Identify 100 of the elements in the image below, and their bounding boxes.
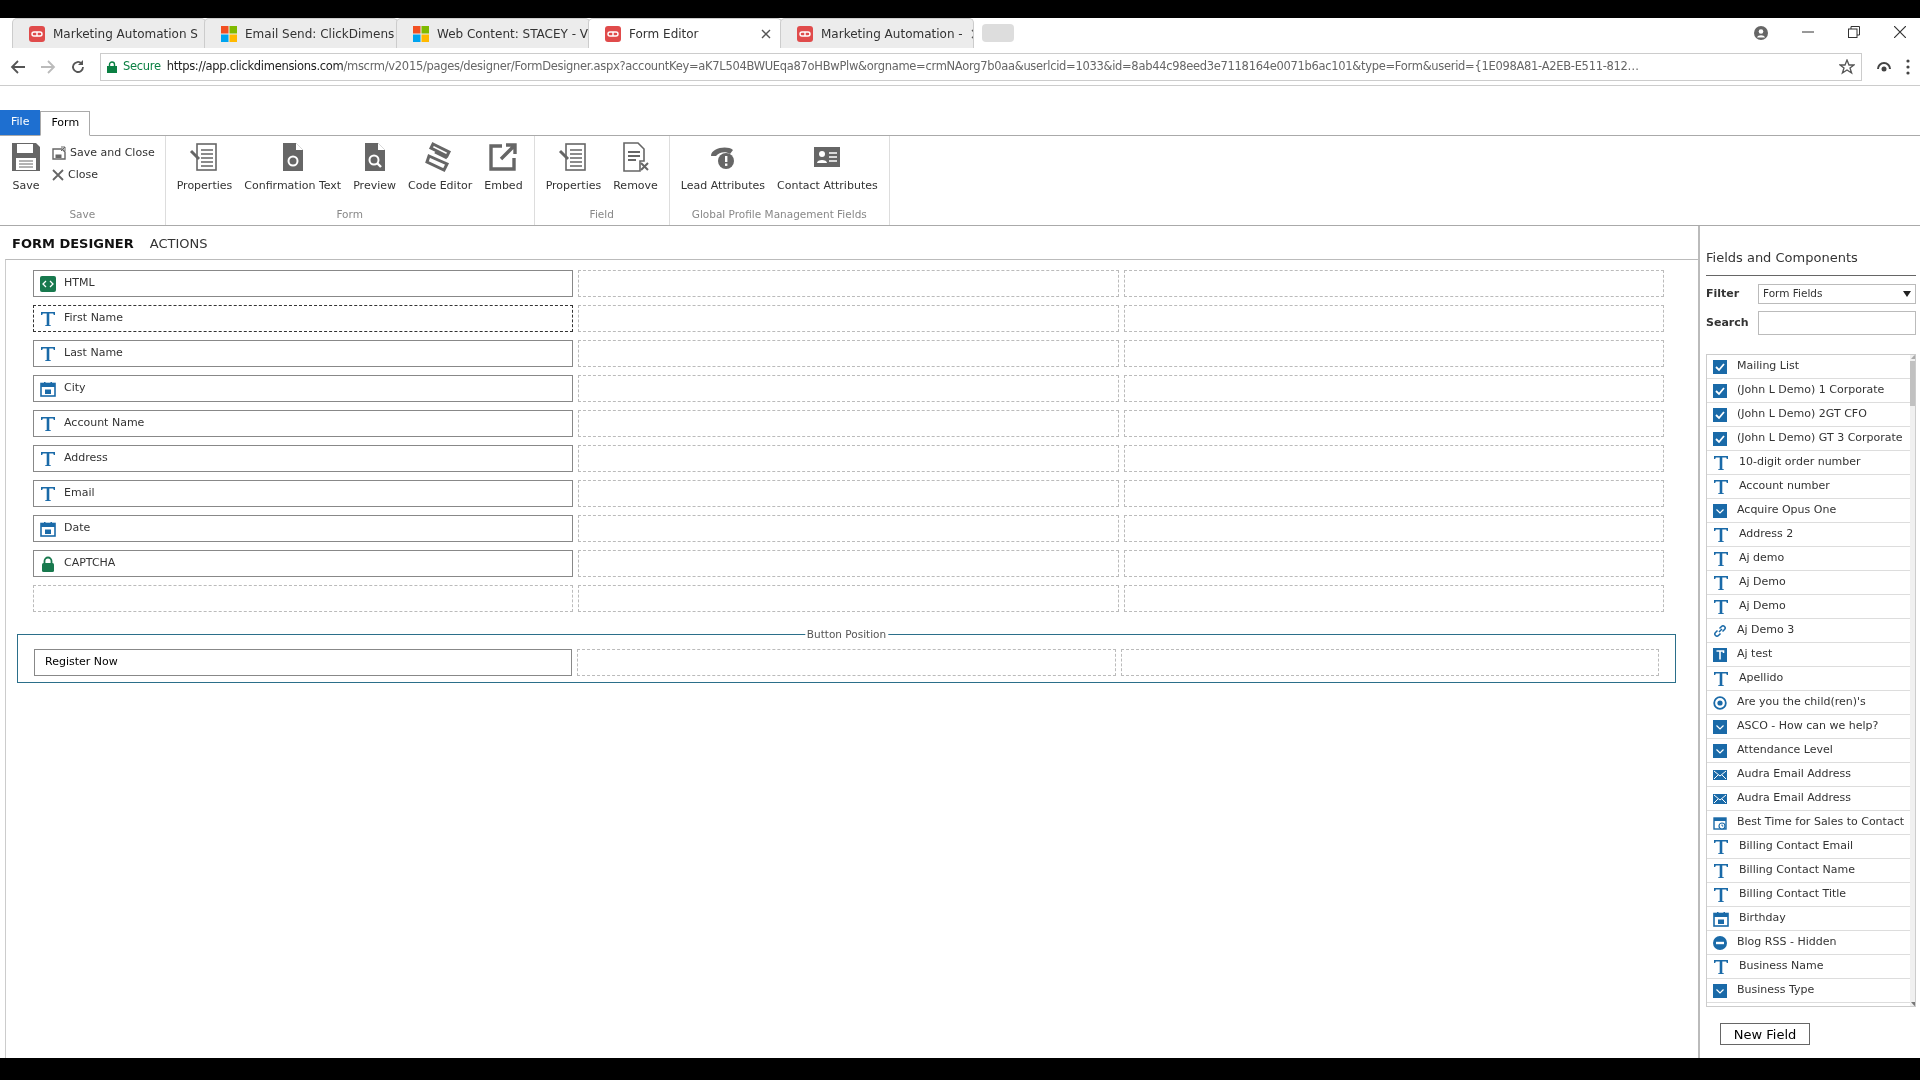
- tab-title: Email Send: ClickDimens: [245, 25, 395, 43]
- ribbon-button[interactable]: Properties: [173, 139, 236, 196]
- text-icon: [1713, 526, 1729, 543]
- chevron-icon: [1713, 719, 1727, 734]
- text-icon: [1713, 838, 1729, 855]
- new-field-button[interactable]: New Field: [1720, 1023, 1810, 1045]
- ribbon-button[interactable]: Code Editor: [405, 139, 476, 196]
- tab-title: Form Editor: [629, 25, 700, 43]
- browser-tab[interactable]: Web Content: STACEY - V: [396, 18, 590, 48]
- form-field[interactable]: HTML: [33, 270, 574, 297]
- form-field[interactable]: CAPTCHA: [33, 550, 574, 577]
- ribbon-button[interactable]: Confirmation Text: [241, 139, 345, 196]
- field-label: First Name: [64, 310, 124, 327]
- tab-title: Marketing Automation -: [821, 25, 963, 43]
- text-icon: [1713, 958, 1729, 975]
- radio-icon: [1713, 695, 1727, 710]
- account-icon[interactable]: [1754, 26, 1768, 40]
- url-text: https://app.clickdimensions.com/mscrm/v2015/pages/designer/FormDesigner.aspx?accountKey=aK7L504BWUEqa87oHBwPlw&orgname=crmNAorg7b0aa&userlcid=1033&id=8ab44c98eed3e7118164e0071b6ac101&type=Form&userid={1E098A81-A2EB-E511-812…: [166, 57, 1639, 75]
- field-label: Account Name: [64, 415, 145, 432]
- link-icon: [1713, 623, 1727, 638]
- search-field[interactable]: [1758, 311, 1916, 335]
- text-icon: [40, 450, 56, 467]
- lock-icon: [107, 60, 117, 73]
- external-link-icon[interactable]: [488, 141, 519, 172]
- field-label: Last Name: [64, 345, 123, 362]
- ribbon-button[interactable]: Properties: [542, 139, 605, 196]
- register-button[interactable]: Register Now: [34, 649, 573, 676]
- four-squares-icon: [413, 25, 429, 42]
- browser-tab[interactable]: Marketing Automation S: [12, 18, 206, 48]
- envelope-icon: [1713, 768, 1727, 781]
- document-pencil-icon[interactable]: [558, 141, 589, 172]
- text-icon: [40, 485, 56, 502]
- ribbon-tab[interactable]: Form: [40, 111, 91, 136]
- form-field[interactable]: Date: [33, 515, 574, 542]
- text-icon: [1713, 862, 1729, 879]
- group-label: Form: [335, 206, 364, 222]
- form-field[interactable]: Address: [33, 445, 574, 472]
- checkbox-icon: [1713, 407, 1727, 422]
- search-label: Search: [1706, 314, 1750, 331]
- panel-title: Fields and Components: [1706, 225, 1916, 276]
- ribbon-button[interactable]: Close: [50, 166, 157, 185]
- star-icon[interactable]: [1839, 58, 1855, 75]
- text-icon: [1713, 574, 1729, 591]
- ribbon-button[interactable]: Remove: [610, 139, 661, 196]
- ribbon-button[interactable]: Save and Close: [50, 143, 157, 162]
- calendar-clock-icon: [1713, 815, 1727, 830]
- chain-link-icon: [29, 25, 45, 42]
- text-icon: [40, 345, 56, 362]
- group-label: Global Profile Management Fields: [690, 206, 868, 222]
- calendar-icon: [1713, 910, 1729, 927]
- field-label: CAPTCHA: [64, 555, 116, 572]
- tab-title: Web Content: STACEY - V: [437, 25, 589, 43]
- text-icon: [1713, 886, 1729, 903]
- designer-tab[interactable]: ACTIONS: [149, 233, 208, 253]
- reload-icon[interactable]: [70, 58, 86, 75]
- menu-icon[interactable]: [1906, 58, 1910, 75]
- designer-tab[interactable]: FORM DESIGNER: [12, 233, 134, 253]
- text-icon: [1713, 478, 1729, 495]
- group-label: Field: [588, 206, 615, 222]
- document-pencil-icon[interactable]: [189, 141, 220, 172]
- text-icon: [1713, 647, 1727, 662]
- back-icon[interactable]: [10, 58, 26, 75]
- secure-label: Secure: [123, 57, 161, 75]
- chevron-icon: [1713, 743, 1727, 758]
- browser-tab[interactable]: Marketing Automation -: [780, 18, 974, 48]
- chain-link-icon: [605, 25, 621, 42]
- form-field[interactable]: Account Name: [33, 410, 574, 437]
- chevron-icon: [1713, 503, 1727, 518]
- restore-icon[interactable]: [1848, 26, 1860, 38]
- browser-tab[interactable]: Email Send: ClickDimens: [204, 18, 398, 48]
- form-field[interactable]: City: [33, 375, 574, 402]
- ribbon-tab[interactable]: File: [0, 110, 41, 135]
- minus-circle-icon: [1713, 935, 1727, 950]
- field-label: Email: [64, 485, 95, 502]
- field-label: HTML: [64, 275, 95, 292]
- text-icon: [1713, 598, 1729, 615]
- text-icon: [1713, 670, 1729, 687]
- filter-dropdown[interactable]: Form Fields: [1758, 284, 1916, 304]
- field-label: Date: [64, 520, 91, 537]
- address-bar[interactable]: [100, 52, 1862, 81]
- ribbon-button[interactable]: Contact Attributes: [774, 139, 881, 196]
- ribbon-button[interactable]: Embed: [481, 139, 526, 196]
- text-icon: [40, 415, 56, 432]
- checkbox-icon: [1713, 359, 1727, 374]
- ribbon-button[interactable]: Preview: [350, 139, 399, 196]
- form-field[interactable]: Email: [33, 480, 574, 507]
- lock-icon: [40, 555, 56, 572]
- ribbon-button[interactable]: Lead Attributes: [677, 139, 769, 196]
- ribbon-button[interactable]: Save: [8, 139, 44, 196]
- browser-tab[interactable]: Form Editor: [588, 18, 782, 48]
- calendar-icon: [40, 520, 56, 537]
- chevron-icon: [1713, 983, 1727, 998]
- form-field[interactable]: Last Name: [33, 340, 574, 367]
- chain-link-icon: [797, 25, 813, 42]
- document-remove-icon[interactable]: [620, 141, 651, 172]
- calendar-icon: [40, 380, 56, 397]
- checkbox-icon: [1713, 383, 1727, 398]
- form-field[interactable]: First Name: [33, 305, 574, 332]
- tab-title: Marketing Automation S: [53, 25, 198, 43]
- caret-icon: [1903, 291, 1911, 297]
